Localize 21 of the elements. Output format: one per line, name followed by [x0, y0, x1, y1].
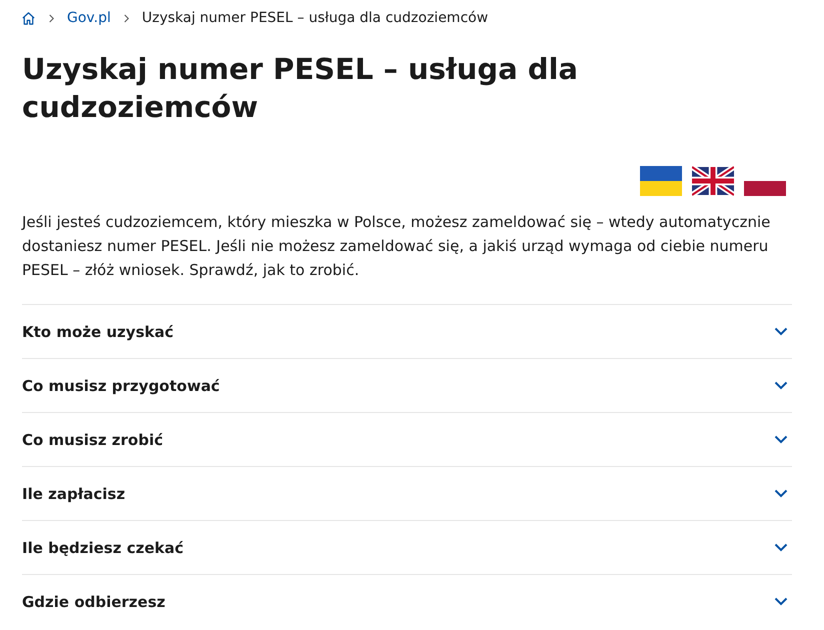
chevron-icon	[122, 14, 130, 22]
chevron-down-icon	[774, 381, 788, 390]
chevron-down-icon	[774, 327, 788, 336]
chevron-down-icon	[774, 435, 788, 444]
breadcrumb-link[interactable]: Gov.pl	[67, 10, 111, 26]
accordion-item[interactable]: Co musisz przygotować	[22, 358, 792, 412]
chevron-icon	[48, 14, 55, 22]
accordion-item[interactable]: Kto może uzyskać	[22, 304, 792, 358]
uk-flag-icon[interactable]	[692, 166, 734, 196]
chevron-down-icon	[774, 597, 788, 606]
accordion-item[interactable]: Gdzie odbierzesz	[22, 574, 792, 628]
chevron-down-icon	[774, 543, 788, 552]
chevron-down-icon	[774, 489, 788, 498]
accordion-item[interactable]: Ile zapłacisz	[22, 466, 792, 520]
accordion-item[interactable]: Ile będziesz czekać	[22, 520, 792, 574]
breadcrumb-current: Uzyskaj numer PESEL – usługa dla cudzoziemców	[142, 10, 488, 26]
page-title: Uzyskaj numer PESEL – usługa dla cudzoziemców	[22, 51, 579, 126]
intro-paragraph: Jeśli jesteś cudzoziemcem, który mieszka w Polsce, możesz zameldować się – wtedy automatycznie dostaniesz numer PESEL. Jeśli nie możesz zameldować się, a jakiś urząd wymaga od ciebie numeru PESEL – złóż wniosek. Sprawdź, jak to zrobić.	[22, 212, 772, 281]
home-icon[interactable]	[21, 10, 36, 26]
accordion-item[interactable]: Co musisz zrobić	[22, 412, 792, 466]
ukraine-flag-icon[interactable]	[640, 166, 682, 196]
